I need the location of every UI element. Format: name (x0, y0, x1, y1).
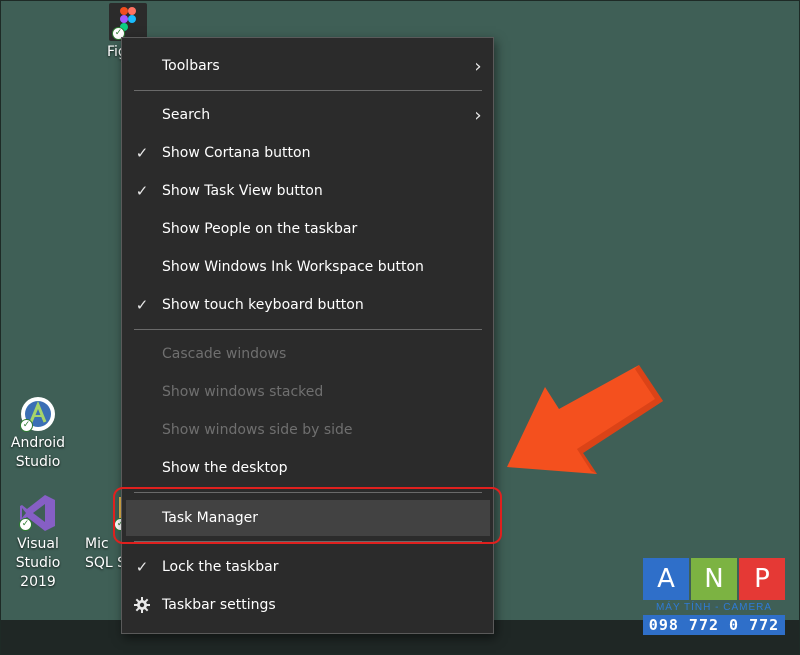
menu-item-lock-the-taskbar[interactable]: ✓ Lock the taskbar (122, 549, 493, 585)
gear-icon (122, 597, 162, 613)
highlight-callout-outline (113, 487, 502, 544)
menu-item-show-cortana-button[interactable]: ✓ Show Cortana button (122, 135, 493, 171)
menu-separator (134, 329, 482, 330)
chevron-right-icon: › (474, 104, 482, 126)
menu-item-label: Show People on the taskbar (162, 221, 358, 237)
menu-item-show-windows-side-by-side: Show windows side by side (122, 412, 493, 448)
anp-logo: A N P MÁY TÍNH - CAMERA 098 772 0 772 (643, 558, 785, 643)
menu-item-show-windows-ink[interactable]: Show Windows Ink Workspace button (122, 249, 493, 285)
figma-icon: ✓ (109, 3, 147, 41)
menu-item-label: Taskbar settings (162, 597, 276, 613)
desktop-icon-label: Visual Studio 2019 (15, 536, 61, 590)
taskbar-context-menu: Toolbars › Search › ✓ Show Cortana butto… (121, 37, 494, 634)
logo-tagline: MÁY TÍNH - CAMERA (655, 602, 773, 613)
checkmark-icon: ✓ (135, 182, 149, 200)
logo-phone: 098 772 0 772 (643, 615, 785, 635)
checkmark-icon: ✓ (135, 558, 149, 576)
menu-item-label: Cascade windows (162, 346, 287, 362)
menu-item-label: Show touch keyboard button (162, 297, 364, 313)
menu-item-show-the-desktop[interactable]: Show the desktop (122, 450, 493, 486)
logo-letter-n: N (691, 558, 737, 600)
menu-item-taskbar-settings[interactable]: Taskbar settings (122, 587, 493, 623)
logo-letter-p: P (739, 558, 785, 600)
menu-item-label: Show the desktop (162, 460, 288, 476)
annotation-arrow-icon (507, 365, 663, 474)
desktop-icon-visual-studio[interactable]: ✓ Visual Studio 2019 (0, 493, 81, 592)
menu-item-search[interactable]: Search › (122, 97, 493, 133)
sync-check-icon: ✓ (19, 518, 32, 531)
visual-studio-icon: ✓ (19, 493, 57, 533)
menu-item-label: Show Windows Ink Workspace button (162, 259, 424, 275)
desktop-icon-android-studio[interactable]: ✓ Android Studio (0, 396, 81, 472)
menu-item-show-people[interactable]: Show People on the taskbar (122, 211, 493, 247)
menu-item-label: Show windows side by side (162, 422, 353, 438)
menu-item-label: Show Cortana button (162, 145, 311, 161)
menu-item-label: Lock the taskbar (162, 559, 279, 575)
android-studio-icon: ✓ (20, 396, 56, 432)
menu-item-label: Search (162, 107, 211, 123)
desktop-icon-label: Android Studio (10, 435, 66, 470)
menu-item-show-windows-stacked: Show windows stacked (122, 374, 493, 410)
chevron-right-icon: › (474, 55, 482, 77)
menu-item-show-task-view-button[interactable]: ✓ Show Task View button (122, 173, 493, 209)
sync-check-icon: ✓ (20, 419, 33, 432)
checkmark-icon: ✓ (135, 144, 149, 162)
menu-item-label: Toolbars (162, 58, 220, 74)
menu-item-show-touch-keyboard[interactable]: ✓ Show touch keyboard button (122, 287, 493, 323)
logo-letter-a: A (643, 558, 689, 600)
menu-item-label: Show windows stacked (162, 384, 324, 400)
logo-letters: A N P (643, 558, 785, 600)
menu-item-toolbars[interactable]: Toolbars › (122, 48, 493, 84)
menu-item-cascade-windows: Cascade windows (122, 336, 493, 372)
checkmark-icon: ✓ (135, 296, 149, 314)
menu-item-label: Show Task View button (162, 183, 323, 199)
menu-separator (134, 90, 482, 91)
